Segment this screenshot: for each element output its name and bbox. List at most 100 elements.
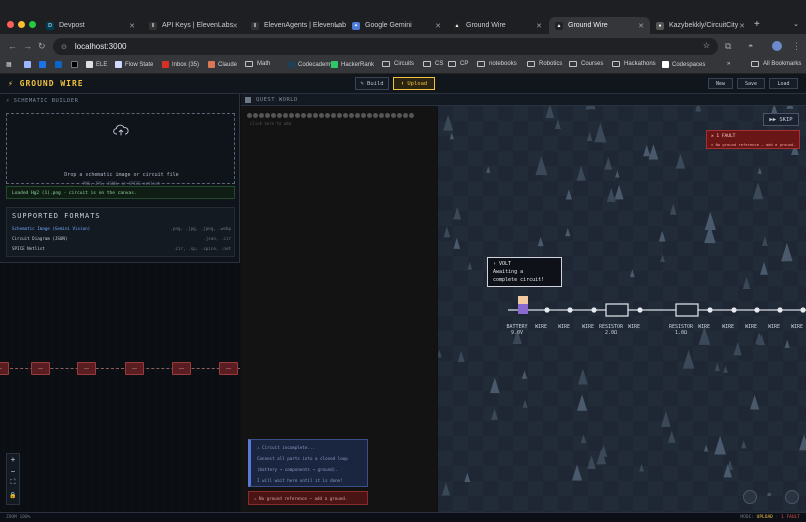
file-drop-zone[interactable]: Drop a schematic image or circuit file P… xyxy=(6,113,235,186)
progress-dot xyxy=(379,113,384,118)
bookmark-label: Math xyxy=(257,61,271,67)
browser-tab[interactable]: D Devpost ✕ xyxy=(40,17,141,34)
url-bar[interactable]: ⊙ localhost:3000 ☆ xyxy=(53,38,718,55)
minimize-window-button[interactable] xyxy=(18,21,25,28)
tab-close-icon[interactable]: ✕ xyxy=(334,22,340,30)
canvas-component-chip[interactable]: — xyxy=(172,362,191,375)
bookmark-codespaces[interactable]: Codespaces xyxy=(662,61,705,68)
save-button[interactable]: Save xyxy=(737,78,765,89)
folder-icon xyxy=(382,61,390,67)
volt-character[interactable] xyxy=(518,296,528,304)
canvas-component-chip[interactable]: — xyxy=(0,362,9,375)
bookmark-math[interactable]: Math xyxy=(245,61,270,67)
tree-icon xyxy=(443,226,451,238)
all-bookmarks[interactable]: All Bookmarks xyxy=(751,61,801,67)
apps-grid-icon[interactable]: ▦ xyxy=(6,61,12,68)
bookmark-ele[interactable]: ELE xyxy=(86,61,107,68)
world-character-button[interactable] xyxy=(785,490,799,504)
tab-close-icon[interactable]: ✕ xyxy=(739,22,745,30)
zoom-in-button[interactable]: + xyxy=(7,455,19,464)
tab-close-icon[interactable]: ✕ xyxy=(536,22,542,30)
world-record-button[interactable] xyxy=(743,490,757,504)
tree-icon xyxy=(580,434,587,444)
browser-tab[interactable]: ▲ Ground Wire ✕ xyxy=(447,17,548,34)
incognito-icon[interactable]: ◓ xyxy=(748,41,753,51)
bookmark-icon[interactable] xyxy=(24,61,31,68)
browser-tab[interactable]: ● Kazybekkly/CircuitCity ✕ xyxy=(650,17,751,34)
canvas-component-chip[interactable]: — xyxy=(125,362,144,375)
tree-icon xyxy=(757,167,762,174)
wire-node[interactable] xyxy=(544,307,550,313)
tab-close-icon[interactable]: ✕ xyxy=(435,22,441,30)
reload-icon[interactable]: ↻ xyxy=(38,41,46,52)
browser-tab[interactable]: ✦ Google Gemini ✕ xyxy=(346,17,447,34)
schematic-canvas[interactable] xyxy=(0,263,240,512)
bookmark-hackerrank[interactable]: HackerRank xyxy=(331,61,374,68)
maximize-window-button[interactable] xyxy=(29,21,36,28)
lock-icon[interactable]: 🔒 xyxy=(7,492,19,499)
canvas-component-chip[interactable]: — xyxy=(77,362,96,375)
skip-button[interactable]: ▶▶ SKIP xyxy=(763,113,799,126)
x-icon[interactable] xyxy=(71,61,78,68)
zoom-controls: + − ⛶ 🔒 xyxy=(6,453,20,505)
upload-mode-button[interactable]: ⬆ Upload xyxy=(393,77,435,90)
browser-tab[interactable]: II API Keys | ElevenLabs ✕ xyxy=(143,17,244,34)
bookmark-claude[interactable]: Claude xyxy=(208,61,237,68)
new-tab-button[interactable]: + xyxy=(754,19,760,30)
bookmark-codecademy[interactable]: Codecademy xyxy=(288,61,333,68)
bookmark-favicon xyxy=(288,61,295,68)
wire-node[interactable] xyxy=(754,307,760,313)
back-icon[interactable]: ← xyxy=(8,41,17,51)
tab-close-icon[interactable]: ✕ xyxy=(129,22,135,30)
wire-node[interactable] xyxy=(707,307,713,313)
tab-close-icon[interactable]: ✕ xyxy=(638,22,644,30)
tree-icon xyxy=(643,144,651,157)
close-window-button[interactable] xyxy=(7,21,14,28)
bookmark-cp[interactable]: CP xyxy=(448,61,468,67)
wire-node[interactable] xyxy=(567,307,573,313)
wire-node[interactable] xyxy=(777,307,783,313)
new-button[interactable]: New xyxy=(708,78,733,89)
bookmark-courses[interactable]: Courses xyxy=(569,61,603,67)
tab-close-icon[interactable]: ✕ xyxy=(232,22,238,30)
site-info-icon[interactable]: ⊙ xyxy=(61,43,67,51)
bookmark-circuits[interactable]: Circuits xyxy=(382,61,414,67)
zoom-out-button[interactable]: − xyxy=(7,467,19,476)
canvas-component-chip[interactable]: — xyxy=(219,362,238,375)
bookmark-robotics[interactable]: Robotics xyxy=(527,61,562,67)
wire-node[interactable] xyxy=(591,307,597,313)
bookmark-cs[interactable]: CS xyxy=(423,61,443,67)
resistor-node[interactable] xyxy=(675,303,699,317)
bookmark-hackathons[interactable]: Hackathons xyxy=(612,61,656,67)
speech-line: complete circuit! xyxy=(493,277,545,283)
forward-icon[interactable]: → xyxy=(23,41,32,51)
browser-menu-icon[interactable]: ⋮ xyxy=(792,41,801,52)
progress-dot xyxy=(391,113,396,118)
tab-search-icon[interactable]: ⌄ xyxy=(793,20,799,28)
browser-tab[interactable]: II ElevenAgents | ElevenLab ✕ xyxy=(245,17,346,34)
browser-tab[interactable]: ▲ Ground Wire ✕ xyxy=(549,17,650,34)
bookmark-inbox-35-[interactable]: Inbox (35) xyxy=(162,61,199,68)
supported-formats-card: SUPPORTED FORMATS Schematic Image (Gemin… xyxy=(6,207,235,257)
resistor-node[interactable] xyxy=(605,303,629,317)
build-mode-button[interactable]: ✎ Build xyxy=(355,77,389,90)
bookmark-notebooks[interactable]: notebooks xyxy=(477,61,517,67)
tree-icon xyxy=(784,339,790,348)
load-button[interactable]: Load xyxy=(769,78,798,89)
wire-node[interactable] xyxy=(637,307,643,313)
profile-avatar[interactable] xyxy=(772,41,782,51)
tree-icon xyxy=(675,153,686,169)
folder-icon xyxy=(527,61,535,67)
wire-node[interactable] xyxy=(731,307,737,313)
fit-view-button[interactable]: ⛶ xyxy=(7,479,19,487)
progress-dot xyxy=(271,113,276,118)
canvas-component-chip[interactable]: — xyxy=(31,362,50,375)
bookmark-flow-state[interactable]: Flow State xyxy=(115,61,153,68)
bookmark-star-icon[interactable]: ☆ xyxy=(703,41,710,50)
linkedin-icon[interactable] xyxy=(55,61,62,68)
extensions-icon[interactable]: ⧉ xyxy=(725,41,731,52)
bookmarks-overflow[interactable]: » xyxy=(727,61,730,67)
progress-dot xyxy=(325,113,330,118)
wire-node[interactable] xyxy=(800,307,806,313)
bookmark-icon[interactable] xyxy=(39,61,46,68)
